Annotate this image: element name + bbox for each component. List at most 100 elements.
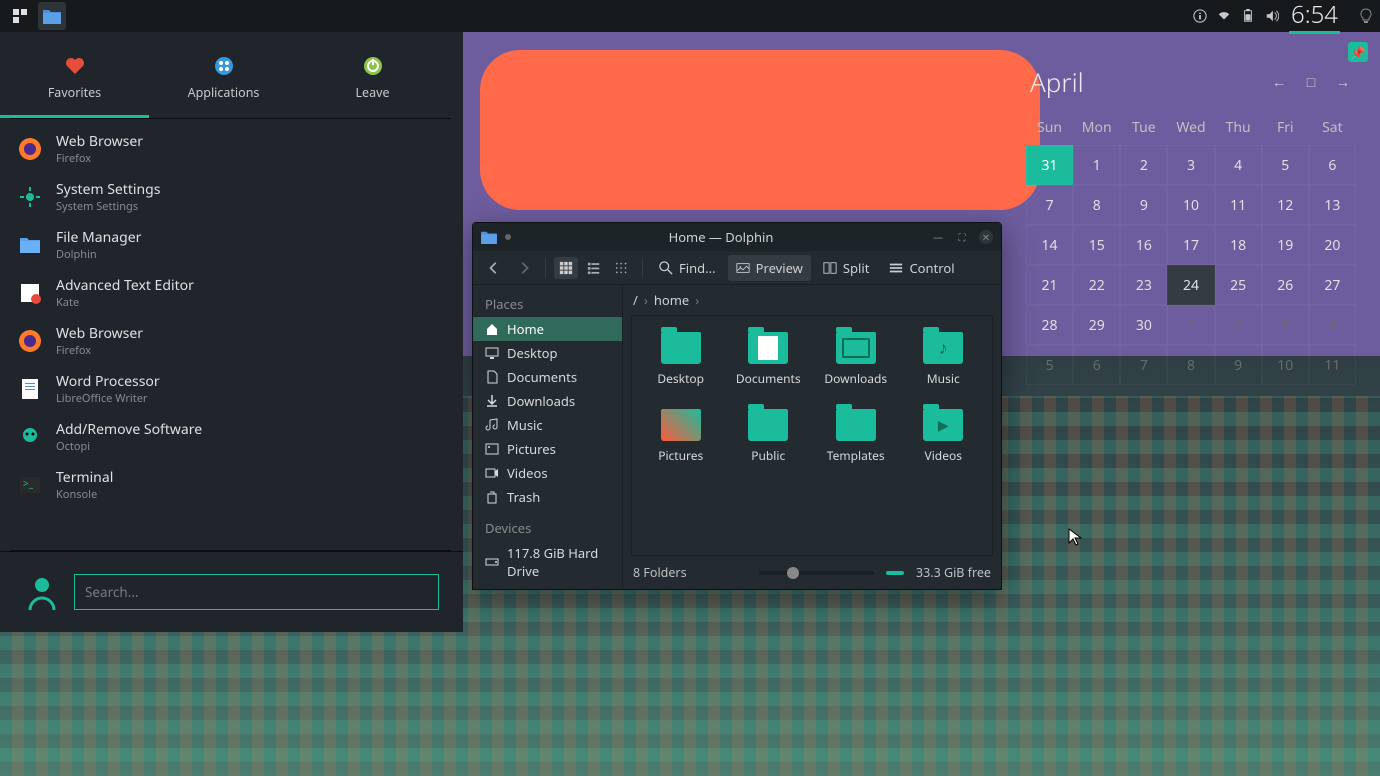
- calendar-day[interactable]: 22: [1073, 265, 1120, 305]
- folder-templates[interactable]: Templates: [813, 403, 899, 470]
- zoom-slider[interactable]: [759, 571, 874, 575]
- app-libreoffice-writer[interactable]: Word ProcessorLibreOffice Writer: [0, 365, 463, 413]
- calendar-day[interactable]: 21: [1026, 265, 1073, 305]
- folder-music[interactable]: Music: [901, 326, 987, 393]
- calendar-day[interactable]: 12: [1262, 185, 1309, 225]
- calendar-day[interactable]: 10: [1167, 185, 1214, 225]
- app-octopi[interactable]: Add/Remove SoftwareOctopi: [0, 413, 463, 461]
- calendar-day[interactable]: 27: [1309, 265, 1356, 305]
- calendar-day[interactable]: 2: [1120, 145, 1167, 185]
- calendar-day[interactable]: 13: [1309, 185, 1356, 225]
- app-dolphin[interactable]: File ManagerDolphin: [0, 221, 463, 269]
- icon-grid[interactable]: DesktopDocumentsDownloadsMusic PicturesPu…: [631, 315, 993, 556]
- sidebar-videos[interactable]: Videos: [473, 461, 622, 485]
- calendar-day[interactable]: 23: [1120, 265, 1167, 305]
- calendar-day[interactable]: 31: [1026, 145, 1073, 185]
- view-icons-button[interactable]: [554, 257, 578, 279]
- calendar-day[interactable]: 1: [1073, 145, 1120, 185]
- calendar-day[interactable]: 6: [1309, 145, 1356, 185]
- folder-downloads[interactable]: Downloads: [813, 326, 899, 393]
- calendar-day[interactable]: 8: [1073, 185, 1120, 225]
- calendar-day[interactable]: 10: [1262, 345, 1309, 385]
- folder-videos[interactable]: Videos: [901, 403, 987, 470]
- wifi-icon[interactable]: [1217, 9, 1231, 23]
- volume-icon[interactable]: [1265, 9, 1279, 23]
- folder-pictures[interactable]: Pictures: [638, 403, 724, 470]
- app-kate[interactable]: Advanced Text EditorKate: [0, 269, 463, 317]
- sidebar-documents[interactable]: Documents: [473, 365, 622, 389]
- calendar-day[interactable]: 5: [1026, 345, 1073, 385]
- sidebar-desktop[interactable]: Desktop: [473, 341, 622, 365]
- find-button[interactable]: Find...: [651, 255, 724, 281]
- calendar-day[interactable]: 26: [1262, 265, 1309, 305]
- taskbar-dolphin[interactable]: [38, 2, 66, 30]
- folder-documents[interactable]: Documents: [726, 326, 812, 393]
- breadcrumb-root[interactable]: /: [633, 291, 638, 309]
- folder-desktop[interactable]: Desktop: [638, 326, 724, 393]
- titlebar[interactable]: Home — Dolphin — ⛶ ✕: [473, 223, 1001, 251]
- calendar-day[interactable]: 7: [1120, 345, 1167, 385]
- calendar-day[interactable]: 11: [1309, 345, 1356, 385]
- calendar-day[interactable]: 28: [1026, 305, 1073, 345]
- calendar-day[interactable]: 29: [1073, 305, 1120, 345]
- launcher-tab-applications[interactable]: Applications: [149, 48, 298, 118]
- control-button[interactable]: Control: [881, 255, 962, 281]
- sidebar-device[interactable]: 117.8 GiB Hard Drive: [473, 541, 622, 583]
- close-button[interactable]: ✕: [979, 230, 993, 244]
- calendar-day[interactable]: 18: [1215, 225, 1262, 265]
- maximize-button[interactable]: ⛶: [955, 230, 969, 244]
- calendar-day[interactable]: 15: [1073, 225, 1120, 265]
- back-button[interactable]: [481, 257, 507, 279]
- calendar-day[interactable]: 5: [1262, 145, 1309, 185]
- calendar-day[interactable]: 14: [1026, 225, 1073, 265]
- clock[interactable]: 6:54: [1289, 0, 1340, 34]
- sidebar-music[interactable]: Music: [473, 413, 622, 437]
- bulb-icon[interactable]: [1358, 8, 1374, 24]
- app-firefox[interactable]: Web BrowserFirefox: [0, 317, 463, 365]
- calendar-day[interactable]: 20: [1309, 225, 1356, 265]
- calendar-day[interactable]: 3: [1167, 145, 1214, 185]
- calendar-day[interactable]: 8: [1167, 345, 1214, 385]
- view-compact-button[interactable]: [582, 257, 606, 279]
- launcher-tab-leave[interactable]: Leave: [298, 48, 447, 118]
- calendar-prev[interactable]: ←: [1270, 73, 1288, 92]
- calendar-day[interactable]: 4: [1215, 145, 1262, 185]
- calendar-day[interactable]: 11: [1215, 185, 1262, 225]
- calendar-day[interactable]: 4: [1309, 305, 1356, 345]
- folder-public[interactable]: Public: [726, 403, 812, 470]
- calendar-day[interactable]: 2: [1215, 305, 1262, 345]
- calendar-day[interactable]: 9: [1215, 345, 1262, 385]
- pin-dot[interactable]: [505, 234, 511, 240]
- launcher-tab-favorites[interactable]: Favorites: [0, 48, 149, 118]
- sidebar-pictures[interactable]: Pictures: [473, 437, 622, 461]
- sidebar-trash[interactable]: Trash: [473, 485, 622, 509]
- preview-button[interactable]: Preview: [728, 255, 811, 281]
- split-button[interactable]: Split: [815, 255, 878, 281]
- calendar-day[interactable]: 7: [1026, 185, 1073, 225]
- calendar-day[interactable]: 9: [1120, 185, 1167, 225]
- calendar-today[interactable]: □: [1302, 73, 1320, 92]
- sidebar-downloads[interactable]: Downloads: [473, 389, 622, 413]
- calendar-next[interactable]: →: [1334, 73, 1352, 92]
- start-menu-button[interactable]: [6, 2, 34, 30]
- search-input[interactable]: [74, 574, 439, 610]
- app-system-settings[interactable]: System SettingsSystem Settings: [0, 173, 463, 221]
- breadcrumb-home[interactable]: home: [654, 291, 689, 309]
- view-details-button[interactable]: [610, 257, 634, 279]
- calendar-day[interactable]: 1: [1167, 305, 1214, 345]
- calendar-day[interactable]: 30: [1120, 305, 1167, 345]
- calendar-day[interactable]: 6: [1073, 345, 1120, 385]
- calendar-day[interactable]: 17: [1167, 225, 1214, 265]
- sidebar-home[interactable]: Home: [473, 317, 622, 341]
- calendar-day[interactable]: 3: [1262, 305, 1309, 345]
- breadcrumb[interactable]: / › home ›: [623, 285, 1001, 315]
- info-icon[interactable]: [1193, 9, 1207, 23]
- forward-button[interactable]: [511, 257, 537, 279]
- minimize-button[interactable]: —: [931, 230, 945, 244]
- calendar-day[interactable]: 25: [1215, 265, 1262, 305]
- calendar-day[interactable]: 24: [1167, 265, 1214, 305]
- user-avatar[interactable]: [24, 574, 60, 610]
- calendar-day[interactable]: 16: [1120, 225, 1167, 265]
- calendar-day[interactable]: 19: [1262, 225, 1309, 265]
- app-konsole[interactable]: >_TerminalKonsole: [0, 461, 463, 509]
